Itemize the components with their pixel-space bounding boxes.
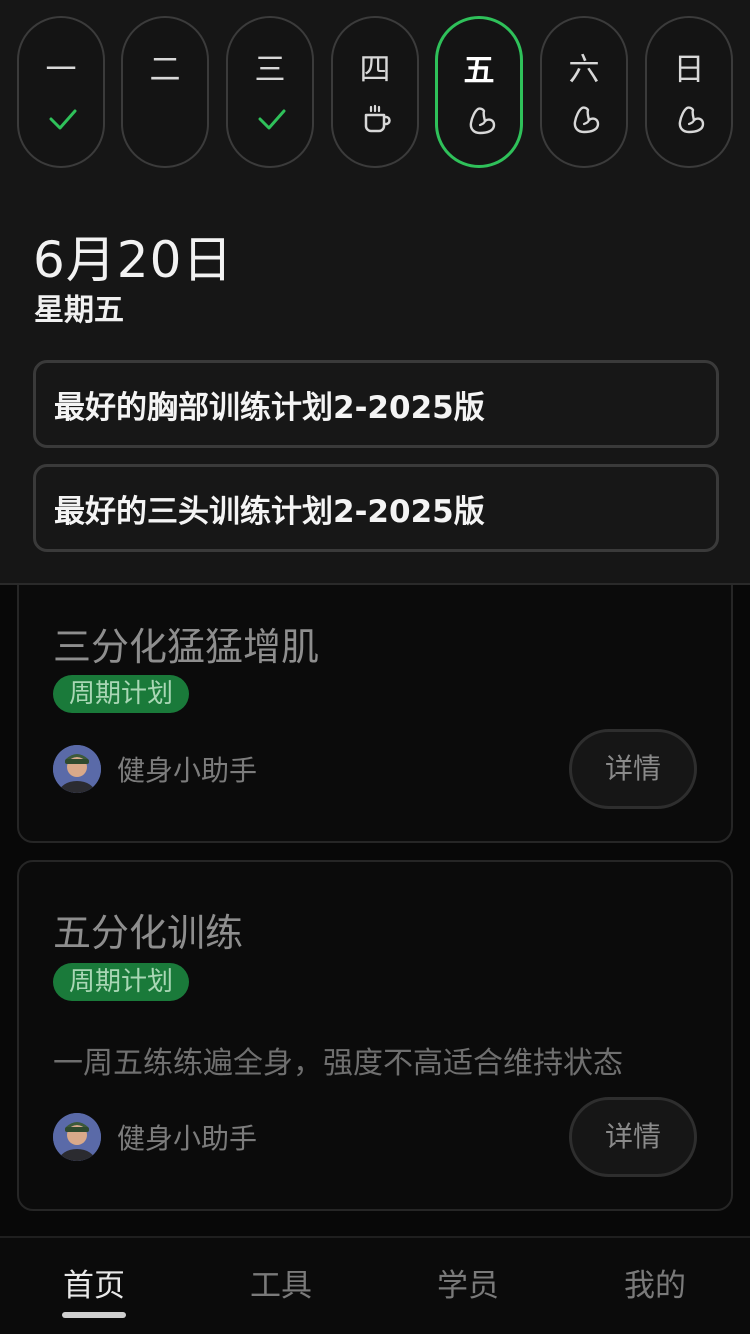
avatar bbox=[53, 1113, 101, 1161]
today-plan-item[interactable]: 最好的三头训练计划2-2025版 bbox=[33, 464, 719, 552]
weekday-label: 星期五 bbox=[34, 293, 124, 328]
tab-home[interactable]: 首页 bbox=[0, 1260, 188, 1305]
card-title: 三分化猛猛增肌 bbox=[53, 625, 320, 669]
day-label: 三 bbox=[254, 52, 286, 88]
author: 健身小助手 bbox=[53, 1113, 257, 1161]
day-label: 一 bbox=[45, 52, 77, 88]
day-label: 日 bbox=[673, 52, 705, 88]
coffee-icon bbox=[364, 104, 391, 133]
check-icon bbox=[258, 109, 286, 130]
top-panel: 一 二 三 四 五 六 日 6月20日 星期五 最好的胸部训练计划2-2025版… bbox=[0, 0, 750, 585]
date-title: 6月20日 bbox=[33, 231, 234, 289]
card-description: 一周五练练遍全身，强度不高适合维持状态 bbox=[53, 1046, 623, 1081]
day-label: 四 bbox=[359, 52, 391, 88]
author-name: 健身小助手 bbox=[117, 754, 258, 787]
avatar-icon bbox=[53, 745, 101, 793]
bottom-tab-bar: 首页 工具 学员 我的 bbox=[0, 1236, 750, 1334]
avatar bbox=[53, 745, 101, 793]
day-pill-tue[interactable]: 二 bbox=[121, 16, 209, 168]
plan-type-tag: 周期计划 bbox=[53, 675, 190, 713]
day-label: 五 bbox=[463, 53, 495, 89]
author: 健身小助手 bbox=[53, 745, 257, 793]
day-pill-fri[interactable]: 五 bbox=[435, 16, 523, 168]
detail-button[interactable]: 详情 bbox=[569, 1097, 697, 1177]
week-day-selector: 一 二 三 四 五 六 日 bbox=[17, 16, 733, 168]
day-label: 六 bbox=[568, 52, 600, 88]
tab-mine[interactable]: 我的 bbox=[561, 1260, 749, 1305]
tab-students[interactable]: 学员 bbox=[374, 1260, 562, 1305]
plan-card[interactable]: 五分化训练 周期计划 一周五练练遍全身，强度不高适合维持状态 健身小助手 详情 bbox=[17, 860, 733, 1211]
day-pill-wed[interactable]: 三 bbox=[226, 16, 314, 168]
avatar-icon bbox=[53, 1113, 101, 1161]
flexed-arm-icon bbox=[678, 106, 705, 134]
check-icon bbox=[49, 109, 77, 130]
author-name: 健身小助手 bbox=[117, 1122, 258, 1155]
tab-tools[interactable]: 工具 bbox=[187, 1260, 375, 1305]
flexed-arm-icon bbox=[469, 107, 496, 135]
day-pill-thu[interactable]: 四 bbox=[331, 16, 419, 168]
flexed-arm-icon bbox=[573, 106, 600, 134]
day-pill-mon[interactable]: 一 bbox=[17, 16, 105, 168]
day-label: 二 bbox=[149, 52, 181, 88]
day-pill-sun[interactable]: 日 bbox=[645, 16, 733, 168]
active-tab-indicator bbox=[62, 1312, 126, 1318]
today-plan-item[interactable]: 最好的胸部训练计划2-2025版 bbox=[33, 360, 719, 448]
detail-button[interactable]: 详情 bbox=[569, 729, 697, 809]
day-pill-sat[interactable]: 六 bbox=[540, 16, 628, 168]
plan-type-tag: 周期计划 bbox=[53, 963, 190, 1001]
card-title: 五分化训练 bbox=[53, 911, 244, 955]
